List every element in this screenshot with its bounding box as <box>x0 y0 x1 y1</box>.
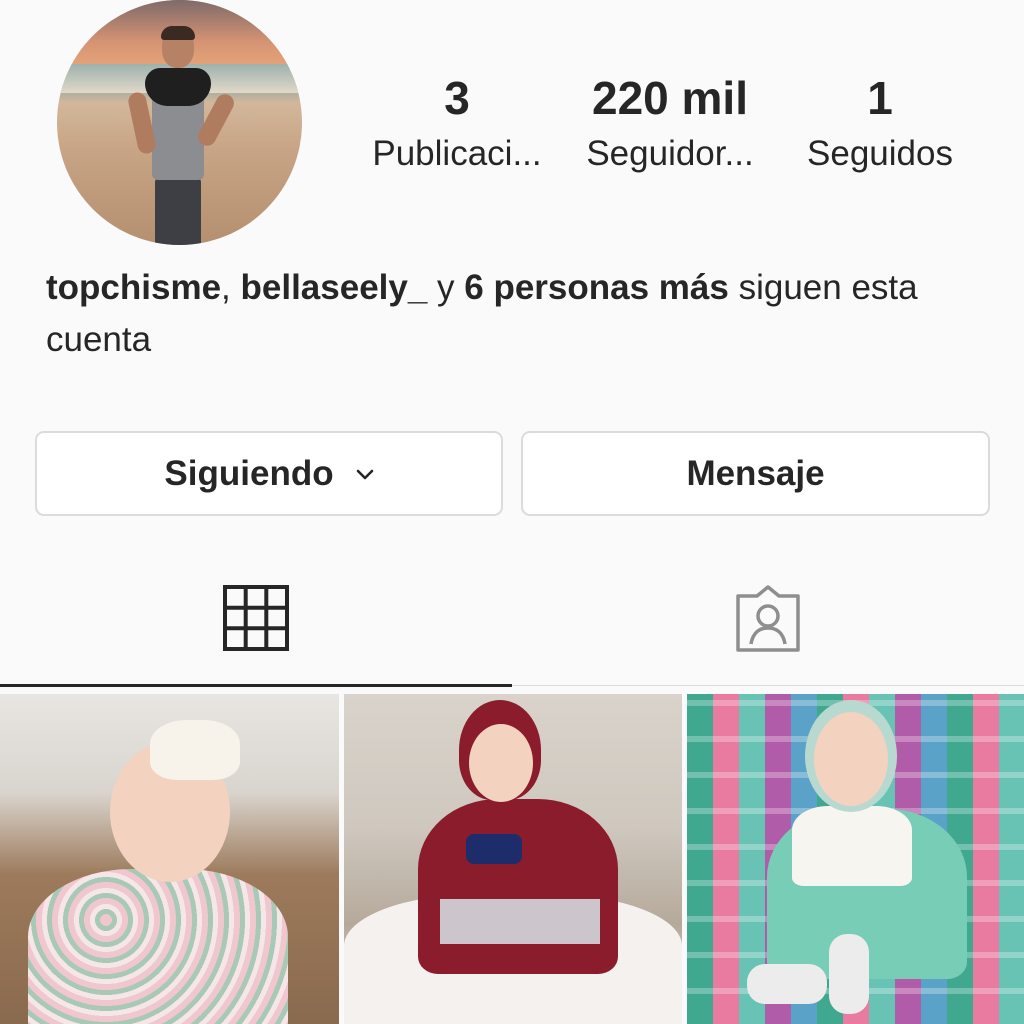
post-1-dress <box>28 869 288 1024</box>
post-3-top <box>792 806 912 886</box>
post-2-skirt <box>440 899 600 944</box>
message-button-label: Mensaje <box>686 453 825 493</box>
tagged-person-icon[interactable] <box>733 584 803 654</box>
following-button[interactable]: Siguiendo <box>35 431 503 516</box>
following-count: 1 <box>867 72 893 124</box>
followed-by-user-2[interactable]: bellaseely_ <box>241 268 428 307</box>
following-label: Seguidos <box>807 134 953 173</box>
post-3-baby-head <box>814 712 888 806</box>
post-2-dress <box>418 799 618 974</box>
post-thumbnail-2[interactable] <box>344 694 682 1024</box>
avatar-person-scarf <box>145 68 211 106</box>
grid-icon[interactable] <box>223 585 289 651</box>
chevron-down-icon <box>356 469 373 479</box>
post-2-bow <box>466 834 522 864</box>
post-3-shoe <box>747 964 827 1004</box>
followed-by-user-1[interactable]: topchisme <box>46 268 221 307</box>
following-stat[interactable]: 1 Seguidos <box>795 72 965 176</box>
avatar-person-hair <box>161 26 195 40</box>
post-thumbnail-3[interactable] <box>687 694 1024 1024</box>
post-1-bow <box>150 720 240 780</box>
posts-count: 3 <box>444 72 470 124</box>
grid-tab-indicator <box>0 684 512 687</box>
following-button-label: Siguiendo <box>164 453 334 493</box>
followers-stat[interactable]: 220 mil Seguidor... <box>576 72 764 176</box>
post-2-baby-head <box>469 724 533 802</box>
followed-by-others[interactable]: 6 personas más <box>464 268 729 307</box>
followed-by-text[interactable]: topchisme, bellaseely_ y 6 personas más … <box>46 262 976 366</box>
post-3-shoe <box>829 934 869 1014</box>
avatar-person-legs <box>155 178 201 245</box>
followed-by-separator: , <box>221 268 241 307</box>
posts-label: Publicaci... <box>372 134 542 173</box>
followers-label: Seguidor... <box>586 134 754 173</box>
message-button[interactable]: Mensaje <box>521 431 990 516</box>
followed-by-and: y <box>427 268 465 307</box>
post-thumbnail-1[interactable] <box>0 694 339 1024</box>
followers-count: 220 mil <box>592 72 748 124</box>
tagged-tab-divider <box>512 685 1024 686</box>
posts-stat[interactable]: 3 Publicaci... <box>362 72 552 176</box>
profile-avatar[interactable] <box>57 0 302 245</box>
